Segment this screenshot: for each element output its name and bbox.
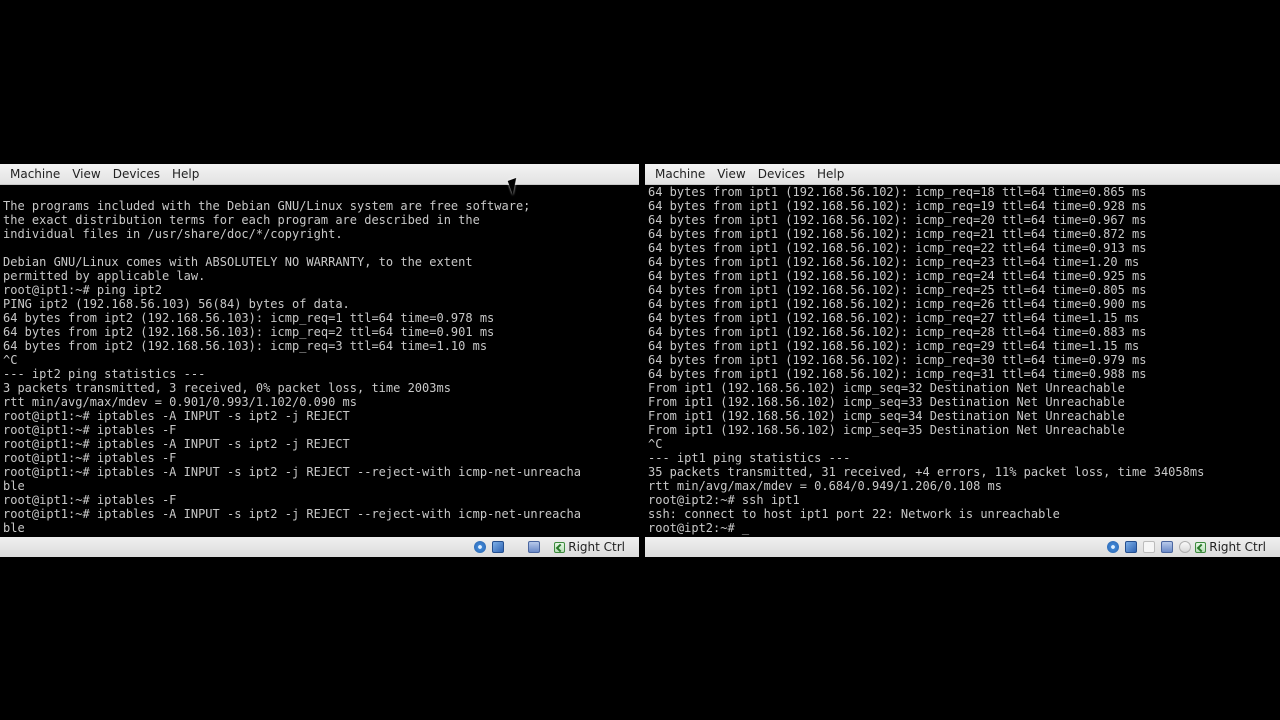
host-key-label: Right Ctrl — [568, 540, 625, 554]
vm-screen[interactable]: The programs included with the Debian GN… — [0, 185, 639, 537]
hard-disk-icon[interactable] — [1107, 541, 1120, 553]
terminal-line: ble — [3, 479, 25, 493]
vm-screen[interactable]: 64 bytes from ipt1 (192.168.56.102): icm… — [645, 185, 1280, 537]
terminal-output[interactable]: 64 bytes from ipt1 (192.168.56.102): icm… — [648, 185, 1204, 535]
menu-machine[interactable]: Machine — [4, 167, 66, 181]
terminal-line: From ipt1 (192.168.56.102) icmp_seq=32 D… — [648, 381, 1125, 395]
terminal-line: From ipt1 (192.168.56.102) icmp_seq=34 D… — [648, 409, 1125, 423]
terminal-line: ssh: connect to host ipt1 port 22: Netwo… — [648, 507, 1060, 521]
vm-statusbar: Right Ctrl — [0, 537, 639, 557]
terminal-line: 64 bytes from ipt2 (192.168.56.103): icm… — [3, 311, 495, 325]
menu-view[interactable]: View — [711, 167, 751, 181]
terminal-line: permitted by applicable law. — [3, 269, 206, 283]
terminal-line: rtt min/avg/max/mdev = 0.901/0.993/1.102… — [3, 395, 358, 409]
terminal-line: 64 bytes from ipt1 (192.168.56.102): icm… — [648, 297, 1147, 311]
terminal-line: From ipt1 (192.168.56.102) icmp_seq=33 D… — [648, 395, 1125, 409]
menu-devices[interactable]: Devices — [107, 167, 166, 181]
terminal-line: 64 bytes from ipt1 (192.168.56.102): icm… — [648, 311, 1140, 325]
vm-statusbar: Right Ctrl — [645, 537, 1280, 557]
terminal-line: 64 bytes from ipt1 (192.168.56.102): icm… — [648, 227, 1147, 241]
hard-disk-icon[interactable] — [474, 541, 487, 553]
menu-devices[interactable]: Devices — [752, 167, 811, 181]
terminal-line: ^C — [3, 353, 18, 367]
terminal-line: 64 bytes from ipt1 (192.168.56.102): icm… — [648, 213, 1147, 227]
terminal-line: root@ipt1:~# iptables -F — [3, 493, 177, 507]
vm-menubar: Machine View Devices Help — [0, 164, 639, 185]
vm-window-ipt1: Machine View Devices Help The programs i… — [0, 164, 639, 557]
terminal-line: 35 packets transmitted, 31 received, +4 … — [648, 465, 1205, 479]
terminal-line: root@ipt1:~# iptables -A INPUT -s ipt2 -… — [3, 465, 581, 479]
host-key-label: Right Ctrl — [1209, 540, 1266, 554]
terminal-line: ble — [3, 521, 25, 535]
terminal-line: PING ipt2 (192.168.56.103) 56(84) bytes … — [3, 297, 350, 311]
vm-window-ipt2: Machine View Devices Help 64 bytes from … — [645, 164, 1280, 557]
terminal-line: 64 bytes from ipt1 (192.168.56.102): icm… — [648, 353, 1147, 367]
terminal-line: 64 bytes from ipt2 (192.168.56.103): icm… — [3, 339, 488, 353]
terminal-line: 64 bytes from ipt1 (192.168.56.102): icm… — [648, 199, 1147, 213]
terminal-line: root@ipt2:~# _ — [648, 521, 750, 535]
mouse-capture-arrow-icon — [1195, 541, 1207, 553]
menu-help[interactable]: Help — [166, 167, 205, 181]
menu-machine[interactable]: Machine — [649, 167, 711, 181]
terminal-line: root@ipt1:~# iptables -F — [3, 451, 177, 465]
mouse-capture-arrow-icon — [554, 541, 566, 553]
terminal-line: the exact distribution terms for each pr… — [3, 213, 480, 227]
terminal-line: root@ipt1:~# iptables -A INPUT -s ipt2 -… — [3, 437, 350, 451]
terminal-line: ^C — [648, 437, 663, 451]
usb-icon[interactable] — [1143, 541, 1156, 553]
terminal-line: 64 bytes from ipt1 (192.168.56.102): icm… — [648, 185, 1147, 199]
menu-view[interactable]: View — [66, 167, 106, 181]
terminal-output[interactable]: The programs included with the Debian GN… — [3, 199, 581, 535]
terminal-line: Debian GNU/Linux comes with ABSOLUTELY N… — [3, 255, 473, 269]
terminal-line: 64 bytes from ipt1 (192.168.56.102): icm… — [648, 283, 1147, 297]
terminal-line: individual files in /usr/share/doc/*/cop… — [3, 227, 343, 241]
terminal-line: 64 bytes from ipt2 (192.168.56.103): icm… — [3, 325, 495, 339]
terminal-line: root@ipt2:~# ssh ipt1 — [648, 493, 800, 507]
terminal-line: 64 bytes from ipt1 (192.168.56.102): icm… — [648, 367, 1147, 381]
terminal-line: 64 bytes from ipt1 (192.168.56.102): icm… — [648, 255, 1140, 269]
terminal-line: root@ipt1:~# ping ipt2 — [3, 283, 162, 297]
terminal-line: root@ipt1:~# iptables -A INPUT -s ipt2 -… — [3, 507, 581, 521]
terminal-line: root@ipt1:~# iptables -A INPUT -s ipt2 -… — [3, 409, 350, 423]
terminal-line: 3 packets transmitted, 3 received, 0% pa… — [3, 381, 451, 395]
terminal-line: The programs included with the Debian GN… — [3, 199, 531, 213]
terminal-line: 64 bytes from ipt1 (192.168.56.102): icm… — [648, 241, 1147, 255]
vm-menubar: Machine View Devices Help — [645, 164, 1280, 185]
terminal-line: 64 bytes from ipt1 (192.168.56.102): icm… — [648, 325, 1147, 339]
menu-help[interactable]: Help — [811, 167, 850, 181]
network-icon[interactable] — [1125, 541, 1138, 553]
terminal-line: rtt min/avg/max/mdev = 0.684/0.949/1.206… — [648, 479, 1003, 493]
terminal-line: 64 bytes from ipt1 (192.168.56.102): icm… — [648, 269, 1147, 283]
terminal-line: --- ipt1 ping statistics --- — [648, 451, 851, 465]
terminal-line: root@ipt1:~# iptables -F — [3, 423, 177, 437]
shared-folders-icon[interactable] — [1161, 541, 1174, 553]
terminal-line: From ipt1 (192.168.56.102) icmp_seq=35 D… — [648, 423, 1125, 437]
terminal-line: --- ipt2 ping statistics --- — [3, 367, 206, 381]
shared-folders-icon[interactable] — [528, 541, 541, 553]
network-icon[interactable] — [492, 541, 505, 553]
mouse-integration-icon[interactable] — [1179, 541, 1192, 553]
terminal-line: 64 bytes from ipt1 (192.168.56.102): icm… — [648, 339, 1140, 353]
